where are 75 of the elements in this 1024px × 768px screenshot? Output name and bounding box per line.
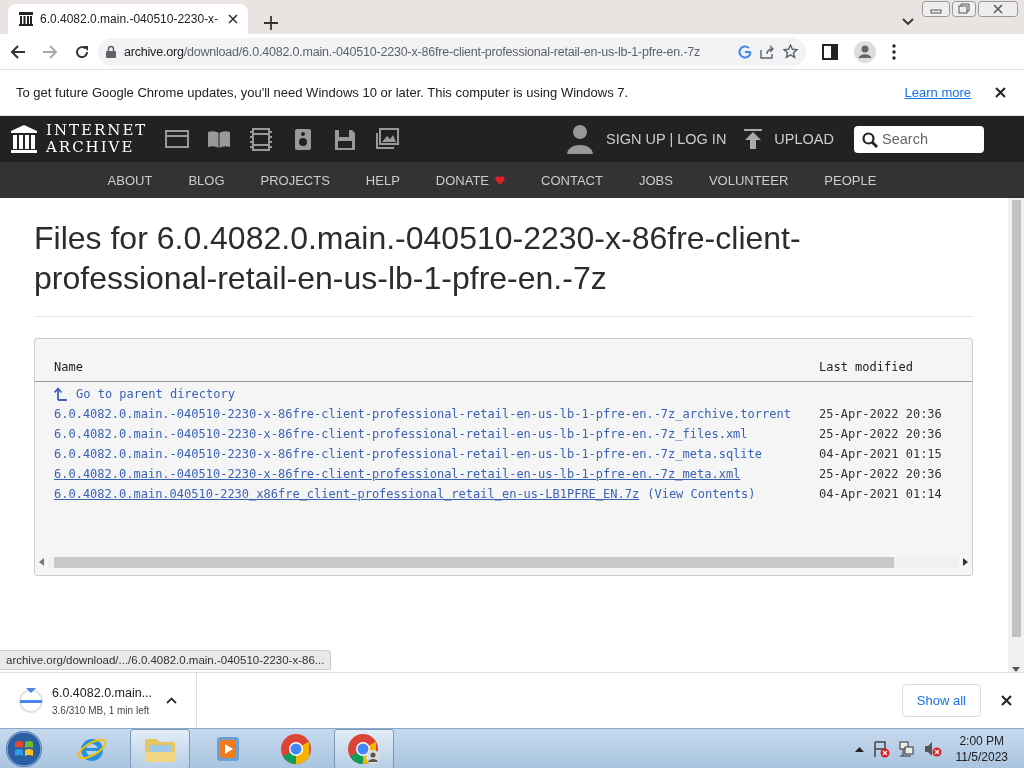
close-icon[interactable]	[995, 87, 1006, 98]
scroll-left-icon[interactable]	[39, 558, 44, 566]
media-player-icon[interactable]	[214, 734, 242, 763]
film-icon[interactable]	[249, 127, 274, 151]
nav-link[interactable]: ABOUT	[89, 162, 171, 198]
date-cell: 04-Apr-2021 01:14	[819, 487, 942, 501]
browser-tab[interactable]: 6.0.4082.0.main.-040510-2230-x-	[8, 4, 248, 34]
file-link[interactable]: 6.0.4082.0.main.040510-2230_x86fre_client-professional_retail_en-us-LB1PFRE_EN.7z	[54, 487, 640, 501]
nav-link[interactable]: CONTACT	[523, 162, 621, 198]
person-icon[interactable]	[566, 124, 594, 154]
archive-logo-text[interactable]: INTERNET ARCHIVE	[46, 122, 148, 156]
nav-link[interactable]: BLOG	[170, 162, 243, 198]
up-arrow-icon[interactable]	[54, 387, 68, 401]
reload-icon[interactable]	[74, 43, 90, 60]
info-message: To get future Google Chrome updates, you'll need Windows 10 or later. This computer is using Windows 7.	[16, 85, 630, 100]
close-icon[interactable]	[1001, 695, 1012, 706]
status-url: archive.org/download/.../6.0.4082.0.main.-040510-2230-x-86...	[0, 650, 332, 670]
chrome-icon[interactable]	[280, 732, 312, 765]
horizontal-scrollbar[interactable]	[39, 555, 968, 569]
file-link[interactable]: 6.0.4082.0.main.-040510-2230-x-86fre-client-professional-retail-en-us-lb-1-pfre-en.-7z_files.xml	[54, 427, 748, 441]
upload-icon[interactable]	[744, 129, 763, 149]
nav-link[interactable]: VOLUNTEER	[690, 162, 807, 198]
chrome-icon[interactable]	[347, 732, 381, 765]
view-contents-link[interactable]: (View Contents)	[647, 487, 756, 501]
flag-icon[interactable]	[871, 739, 890, 758]
nav-link[interactable]: PEOPLE	[806, 162, 895, 198]
lock-icon	[106, 45, 116, 58]
upload-link[interactable]: UPLOAD	[774, 131, 834, 147]
close-icon[interactable]	[978, 1, 1018, 17]
column-header: Last modified	[819, 360, 913, 374]
image-icon[interactable]	[375, 127, 400, 151]
web-page-icon[interactable]	[165, 127, 190, 151]
address-bar[interactable]: archive.org/download/6.0.4082.0.main.-040510-2230-x-86fre-client-professional-retail-en-us-lb-1-pfre-en.-7z	[98, 37, 806, 66]
nav-link[interactable]: JOBS	[620, 162, 691, 198]
search-icon	[862, 131, 878, 148]
download-progress-icon[interactable]	[18, 687, 44, 714]
archive-logo-icon[interactable]	[10, 124, 38, 154]
profile-icon[interactable]	[854, 40, 876, 63]
side-panel-icon[interactable]	[822, 43, 838, 60]
back-icon[interactable]	[10, 43, 26, 60]
network-icon[interactable]	[897, 739, 916, 758]
sign-up-log-in-link[interactable]: SIGN UP | LOG IN	[606, 131, 727, 147]
new-tab-icon[interactable]	[264, 16, 278, 30]
show-hidden-icons-icon[interactable]	[854, 745, 864, 752]
star-icon[interactable]	[783, 44, 798, 59]
parent-directory-link[interactable]: Go to parent directory	[76, 387, 235, 401]
close-icon[interactable]	[228, 14, 238, 24]
date-cell: 25-Apr-2022 20:36	[819, 427, 942, 441]
page-title: Files for 6.0.4082.0.main.-040510-2230-x-86fre-client-professional-retail-en-us-lb-1-pfre-en.-7z	[34, 219, 802, 298]
file-link[interactable]: 6.0.4082.0.main.-040510-2230-x-86fre-client-professional-retail-en-us-lb-1-pfre-en.-7z_archive.torrent	[54, 407, 791, 421]
nav-link[interactable]: HELP	[347, 162, 418, 198]
show-all-button[interactable]: Show all	[901, 684, 981, 717]
google-icon[interactable]	[738, 44, 752, 59]
file-link[interactable]: 6.0.4082.0.main.-040510-2230-x-86fre-client-professional-retail-en-us-lb-1-pfre-en.-7z_meta.sqlite	[54, 447, 762, 461]
nav-link[interactable]: PROJECTS	[242, 162, 348, 198]
clock[interactable]: 2:00 PM 11/5/2023	[955, 732, 1008, 765]
scroll-right-icon[interactable]	[963, 558, 968, 566]
vertical-scrollbar[interactable]	[1008, 198, 1024, 672]
building-icon	[18, 11, 34, 27]
nav-link[interactable]: DONATE	[417, 162, 524, 198]
chevron-up-icon[interactable]	[166, 697, 177, 704]
chevron-down-icon[interactable]	[902, 18, 914, 26]
share-icon[interactable]	[760, 44, 775, 59]
restore-icon[interactable]	[952, 1, 976, 17]
start-button[interactable]	[4, 729, 44, 768]
column-header: Name	[54, 360, 83, 374]
date-cell: 04-Apr-2021 01:15	[819, 447, 942, 461]
date-cell: 25-Apr-2022 20:36	[819, 407, 942, 421]
download-progress-text: 3.6/310 MB, 1 min left	[52, 704, 151, 716]
search-field[interactable]: Search	[854, 125, 984, 153]
learn-more-link[interactable]: Learn more	[904, 85, 971, 100]
date-cell: 25-Apr-2022 20:36	[819, 467, 942, 481]
menu-icon[interactable]	[892, 43, 896, 60]
file-link[interactable]: 6.0.4082.0.main.-040510-2230-x-86fre-client-professional-retail-en-us-lb-1-pfre-en.-7z_meta.xml	[54, 467, 741, 481]
download-filename[interactable]: 6.0.4082.0.main...	[52, 685, 158, 700]
